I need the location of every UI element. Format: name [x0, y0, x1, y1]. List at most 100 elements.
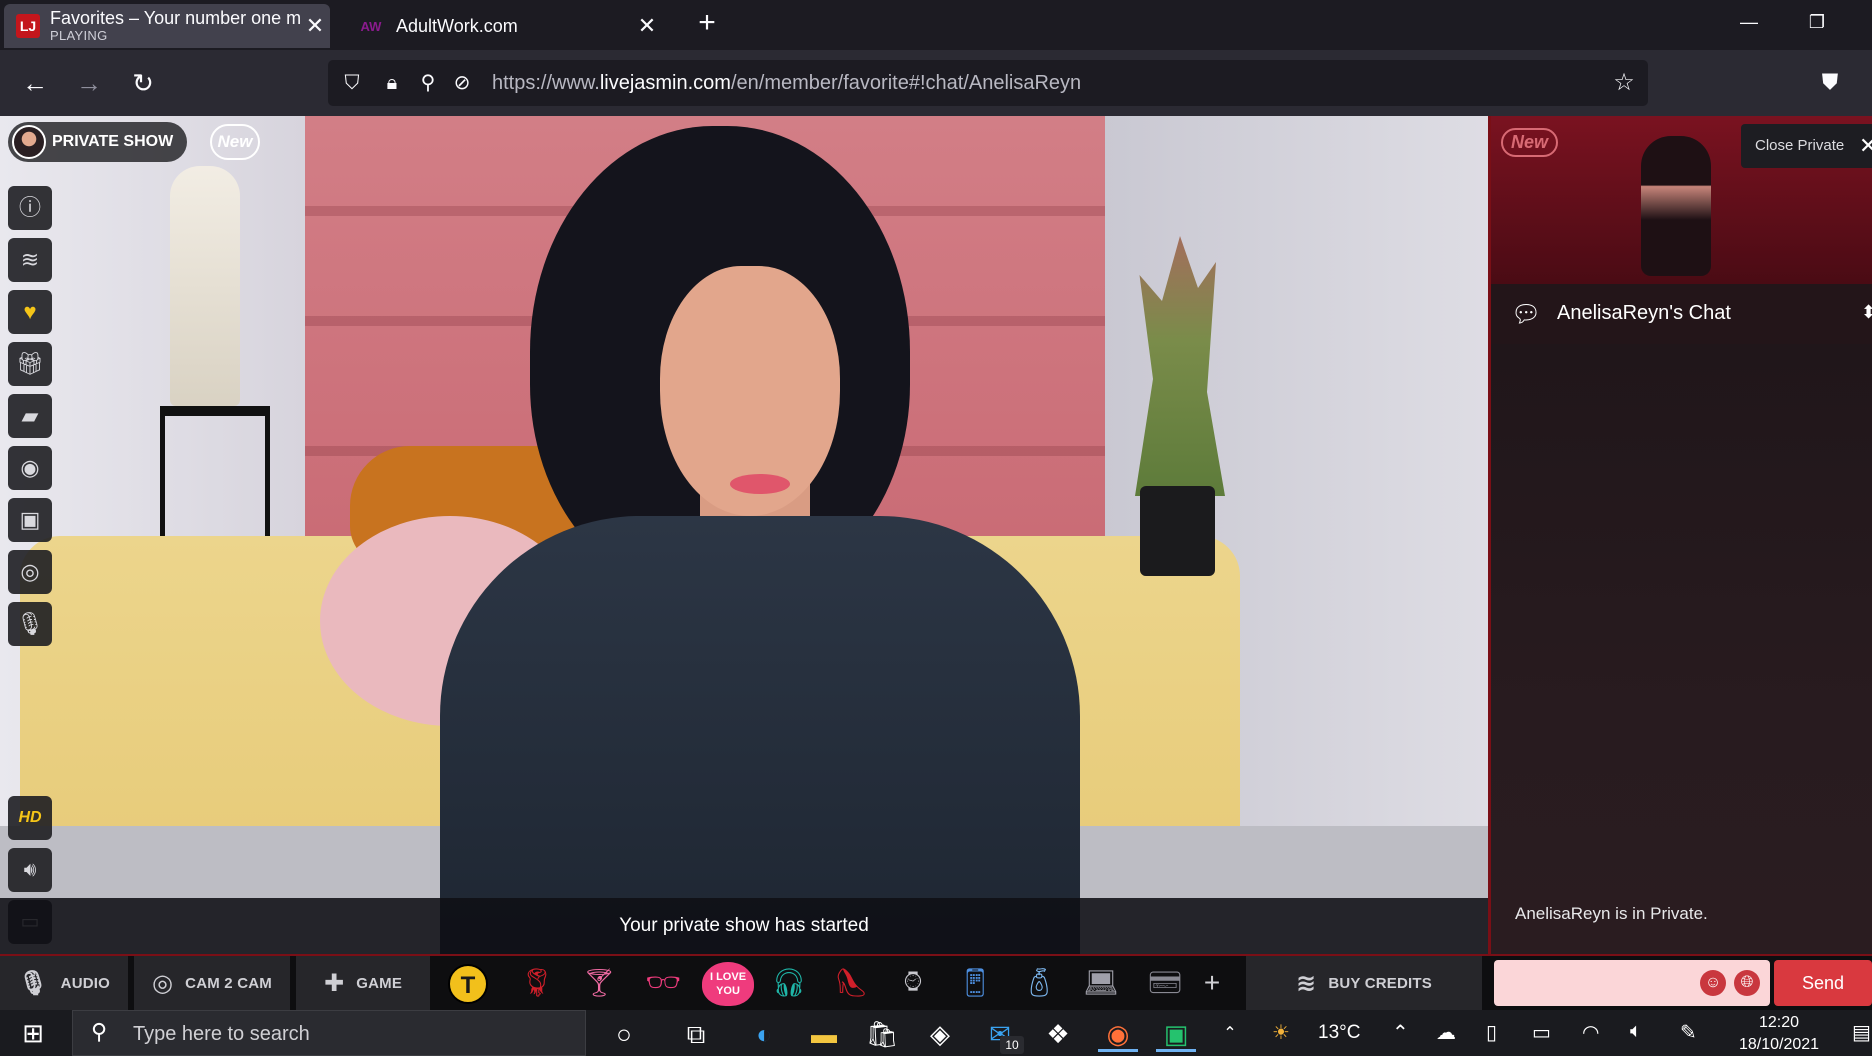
hd-toggle-icon[interactable]: HD [8, 796, 52, 840]
microphone-icon: 🎙︎ [17, 969, 49, 997]
private-show-notice: Your private show has started [0, 898, 1488, 954]
chat-system-message: AnelisaReyn is in Private. [1515, 904, 1708, 923]
lock-icon[interactable]: 🔒︎ [378, 69, 406, 97]
blocked-autoplay-icon[interactable]: ⊘ [448, 69, 476, 97]
cortana-circle-icon[interactable]: ○ [604, 1016, 644, 1052]
cocktail-gift-icon[interactable]: 🍸︎ [574, 960, 624, 1006]
close-tab-icon[interactable]: ✕ [632, 13, 662, 39]
new-badge: New [210, 124, 260, 160]
show-toolbar: 🎙︎ AUDIO ◎ CAM 2 CAM ✚ GAME T 🌹︎ 🍸︎ 👓︎ I… [0, 954, 1872, 1010]
favorite-heart-icon[interactable]: ♥ [8, 290, 52, 334]
token-game-icon[interactable]: T [448, 964, 488, 1004]
webcam-icon[interactable]: ◎ [8, 550, 52, 594]
url-bar[interactable]: ⛉ 🔒︎ ⚲ ⊘ https://www.livejasmin.com/en/m… [328, 60, 1648, 106]
chat-panel: New Close Private ✕ 💬︎ AnelisaReyn's Cha… [1488, 116, 1872, 954]
info-icon[interactable]: ⓘ [8, 186, 52, 230]
laptop-gift-icon[interactable]: 💻︎ [1076, 960, 1126, 1006]
back-arrow-icon[interactable]: ← [16, 64, 54, 102]
headphones-gift-icon[interactable]: 🎧︎ [764, 960, 814, 1006]
more-gifts-plus-icon[interactable]: + [1192, 960, 1232, 1006]
send-button[interactable]: Send [1774, 960, 1872, 1006]
emoji-icon[interactable]: ☺ [1700, 970, 1726, 996]
phone-gift-icon[interactable]: 📱︎ [950, 960, 1000, 1006]
search-icon: ⚲ [91, 1019, 108, 1044]
gallery-icon[interactable]: ▣ [8, 498, 52, 542]
app-launcher-icon[interactable]: ◈ [920, 1016, 960, 1052]
collapse-arrow-icon[interactable]: ⬍ [1861, 302, 1872, 323]
chat-messages: AnelisaReyn is in Private. [1491, 344, 1872, 954]
volume-icon[interactable]: 🔊︎ [8, 848, 52, 892]
edge-browser-icon[interactable]: ◐ [744, 1016, 784, 1052]
close-private-button[interactable]: Close Private ✕ [1741, 124, 1872, 168]
tray-device-icon[interactable]: ▯ [1486, 1020, 1497, 1045]
taskbar-search[interactable]: ⚲ Type here to search [72, 1010, 586, 1056]
adultwork-favicon-icon: AW [360, 18, 382, 34]
windows-taskbar: ⊞ ⚲ Type here to search ○ ⧉ ◐ ▬ 🛍︎ ◈ ✉ 1… [0, 1010, 1872, 1056]
browser-tab-strip: LJ Favorites – Your number one m PLAYING… [0, 0, 1872, 50]
camera-icon[interactable]: ◉ [8, 446, 52, 490]
notifications-icon[interactable]: ▤ [1852, 1020, 1871, 1045]
webcam-icon: ◎ [152, 969, 174, 997]
audio-button[interactable]: 🎙︎ AUDIO [0, 956, 128, 1010]
tab-favorites[interactable]: LJ Favorites – Your number one m PLAYING… [4, 4, 330, 48]
credit-card-gift-icon[interactable]: 💳︎ [1140, 960, 1190, 1006]
rose-gift-icon[interactable]: 🌹︎ [512, 960, 562, 1006]
tab-title: Favorites – Your number one m [50, 8, 300, 28]
speaker-icon[interactable]: 🔈︎ [1630, 1020, 1642, 1043]
restore-icon[interactable]: ❐ [1784, 4, 1850, 40]
i-love-you-gift-icon[interactable]: I LOVE YOU [702, 962, 754, 1006]
taskbar-scroll-icon[interactable]: ⌃ [1210, 1016, 1250, 1052]
browser-toolbar: ← → ↻ ⛉ 🔒︎ ⚲ ⊘ https://www.livejasmin.co… [0, 50, 1872, 116]
preview-new-badge: New [1501, 128, 1559, 157]
glasses-gift-icon[interactable]: 👓︎ [638, 960, 688, 1006]
tab-title: AdultWork.com [396, 16, 518, 36]
temperature[interactable]: 13°C [1318, 1022, 1360, 1044]
weather-sun-icon[interactable]: ☀ [1272, 1020, 1290, 1045]
store-icon[interactable]: 🛍︎ [862, 1016, 902, 1052]
shield-icon[interactable]: ⛉ [338, 69, 366, 97]
close-tab-icon[interactable]: ✕ [300, 13, 330, 39]
onedrive-cloud-icon[interactable]: ☁ [1436, 1020, 1456, 1045]
pocket-icon[interactable]: ⛊ [1812, 64, 1848, 100]
tray-chevron-icon[interactable]: ⌃ [1392, 1020, 1409, 1045]
task-view-icon[interactable]: ⧉ [676, 1016, 716, 1052]
private-show-label: PRIVATE SHOW [52, 133, 174, 150]
bookmark-star-icon[interactable]: ☆ [1610, 69, 1638, 97]
windows-start-icon[interactable]: ⊞ [18, 1018, 48, 1048]
cam2cam-button[interactable]: ◎ CAM 2 CAM [134, 956, 290, 1010]
livejasmin-favicon-icon: LJ [16, 14, 40, 38]
tab-adultwork[interactable]: AW AdultWork.com ✕ [344, 4, 662, 48]
puzzle-icon: ✚ [323, 969, 345, 997]
perfume-gift-icon[interactable]: 🧴︎ [1014, 960, 1064, 1006]
clock-date: 18/10/2021 [1738, 1036, 1820, 1053]
high-heels-gift-icon[interactable]: 👠︎ [826, 960, 876, 1006]
new-tab-plus-icon[interactable]: + [690, 6, 724, 40]
gift-icon[interactable]: 🎁︎ [8, 342, 52, 386]
system-clock[interactable]: 12:20 18/10/2021 [1724, 1012, 1834, 1056]
translate-globe-icon[interactable]: 🌐︎ [1734, 970, 1760, 996]
mail-count-badge: 10 [1000, 1036, 1024, 1054]
forward-arrow-icon[interactable]: → [70, 64, 108, 102]
wifi-icon[interactable]: ◠ [1582, 1020, 1599, 1045]
game-button[interactable]: ✚ GAME [296, 956, 430, 1010]
file-explorer-icon[interactable]: ▬ [804, 1016, 844, 1052]
smartwatch-gift-icon[interactable]: ⌚︎ [888, 960, 938, 1006]
url-text[interactable]: https://www.livejasmin.com/en/member/fav… [492, 72, 1081, 95]
reload-icon[interactable]: ↻ [124, 64, 162, 102]
chat-input-box[interactable]: ☺ 🌐︎ [1494, 960, 1770, 1006]
dropbox-icon[interactable]: ❖ [1038, 1016, 1078, 1052]
video-player[interactable]: PRIVATE SHOW New ⓘ ≋ ♥ 🎁︎ ▰ ◉ ▣ ◎ 🎙︎ HD … [0, 116, 1488, 954]
permissions-icon[interactable]: ⚲ [414, 69, 442, 97]
credits-stack-icon[interactable]: ≋ [8, 238, 52, 282]
firefox-icon[interactable]: ◉ [1098, 1016, 1138, 1052]
minimize-icon[interactable]: — [1716, 4, 1782, 40]
battery-icon[interactable]: ▭ [1532, 1020, 1551, 1045]
shopping-bag-icon[interactable]: ▰ [8, 394, 52, 438]
close-icon[interactable]: ✕ [1859, 124, 1872, 168]
performer-video [300, 116, 1100, 954]
chat-input[interactable] [1504, 968, 1684, 998]
buy-credits-button[interactable]: ≋ BUY CREDITS [1246, 956, 1482, 1010]
pen-icon[interactable]: ✎ [1680, 1020, 1697, 1045]
microphone-icon[interactable]: 🎙︎ [8, 602, 52, 646]
green-app-icon[interactable]: ▣ [1156, 1016, 1196, 1052]
